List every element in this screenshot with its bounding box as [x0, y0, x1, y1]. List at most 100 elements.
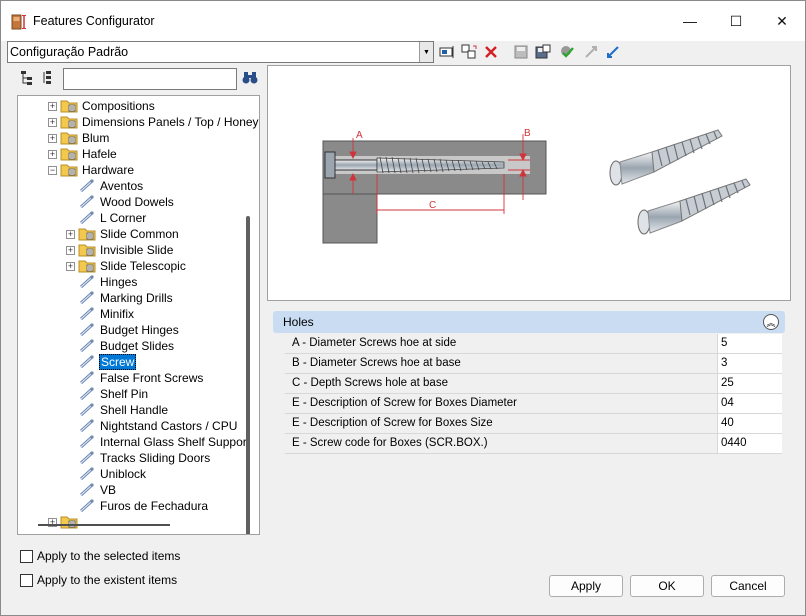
property-value-field[interactable]: 0440 — [717, 434, 782, 453]
tree-item[interactable]: Hinges — [66, 274, 138, 290]
holes-group-header[interactable]: Holes ︽ — [273, 311, 785, 333]
property-row: E - Screw code for Boxes (SCR.BOX.) 0440 — [285, 434, 782, 454]
property-value-field[interactable]: 40 — [717, 414, 782, 433]
window-title: Features Configurator — [33, 14, 155, 28]
tree-folder[interactable]: + Dimensions Panels / Top / Honey — [48, 114, 259, 130]
tree-collapse-icon[interactable] — [41, 69, 59, 87]
apply-button[interactable]: Apply — [549, 575, 623, 597]
tree-item[interactable]: Marking Drills — [66, 290, 174, 306]
apply-green-icon[interactable] — [558, 43, 576, 61]
collapse-chevron-icon[interactable]: ︽ — [763, 314, 779, 330]
dropdown-arrow-icon[interactable]: ▼ — [419, 42, 433, 62]
tree-item[interactable]: Budget Hinges — [66, 322, 180, 338]
tree-item[interactable]: Internal Glass Shelf Support — [66, 434, 251, 450]
tree-item[interactable]: Shelf Pin — [66, 386, 149, 402]
folder-icon — [60, 116, 78, 129]
save-icon[interactable] — [512, 43, 530, 61]
tree-item-label: Dimensions Panels / Top / Honey — [82, 115, 259, 129]
collapse-node-icon[interactable]: − — [48, 165, 57, 175]
tree-item-label: Furos de Fechadura — [100, 499, 209, 513]
feature-item-icon — [79, 179, 94, 193]
apply-existent-option[interactable]: Apply to the existent items — [20, 573, 177, 587]
copy-config-icon[interactable] — [460, 43, 478, 61]
feature-item-icon — [79, 467, 94, 481]
delete-icon[interactable] — [482, 43, 500, 61]
property-value-field[interactable]: 25 — [717, 374, 782, 393]
feature-item-icon — [79, 371, 94, 385]
property-value-field[interactable]: 5 — [717, 334, 782, 353]
tree-vertical-scrollbar[interactable] — [246, 216, 250, 534]
tree-folder[interactable]: + Blum — [48, 130, 110, 146]
apply-existent-checkbox[interactable] — [20, 573, 33, 587]
expand-node-icon[interactable]: + — [48, 133, 57, 143]
expand-node-icon[interactable]: + — [48, 149, 57, 159]
tree-item-label: L Corner — [100, 211, 147, 225]
tree-item-label: Internal Glass Shelf Support — [100, 435, 251, 449]
tree-folder[interactable]: + — [48, 514, 83, 530]
tree-item[interactable]: Nightstand Castors / CPU — [66, 418, 238, 434]
rename-icon[interactable] — [438, 43, 456, 61]
configuration-select[interactable]: Configuração Padrão ▼ — [7, 41, 434, 63]
binoculars-icon[interactable] — [241, 69, 259, 87]
expand-node-icon[interactable]: + — [66, 229, 75, 239]
maximize-button[interactable]: ☐ — [713, 1, 759, 41]
tree-horizontal-scrollbar[interactable] — [38, 524, 170, 526]
tree-folder[interactable]: + Compositions — [48, 98, 156, 114]
expand-arrows-icon[interactable] — [604, 43, 622, 61]
cancel-button[interactable]: Cancel — [711, 575, 785, 597]
tree-item-label: Nightstand Castors / CPU — [100, 419, 238, 433]
save-as-icon[interactable] — [534, 43, 552, 61]
tree-item[interactable]: False Front Screws — [66, 370, 204, 386]
tree-item[interactable]: Aventos — [66, 178, 144, 194]
collapse-arrows-icon[interactable] — [582, 43, 600, 61]
tree-item-label: Compositions — [82, 99, 155, 113]
tree-item-label: Uniblock — [100, 467, 147, 481]
expand-node-icon[interactable]: + — [66, 245, 75, 255]
tree-folder[interactable]: − Hardware — [48, 162, 135, 178]
feature-item-icon — [79, 211, 94, 225]
apply-selected-option[interactable]: Apply to the selected items — [20, 549, 180, 563]
property-value-field[interactable]: 3 — [717, 354, 782, 373]
expand-node-icon[interactable]: + — [48, 117, 57, 127]
tree-item[interactable]: Budget Slides — [66, 338, 175, 354]
property-row: A - Diameter Screws hoe at side 5 — [285, 334, 782, 354]
folder-icon — [60, 516, 78, 529]
tree-folder[interactable]: + Slide Common — [66, 226, 180, 242]
tree-item[interactable]: Shell Handle — [66, 402, 169, 418]
feature-item-icon — [79, 403, 94, 417]
feature-item-icon — [79, 339, 94, 353]
ok-button[interactable]: OK — [630, 575, 704, 597]
feature-preview-image: A B C — [267, 65, 791, 301]
tree-item-label: VB — [100, 483, 117, 497]
tree-item-label: Wood Dowels — [100, 195, 174, 209]
expand-node-icon[interactable]: + — [66, 261, 75, 271]
tree-item[interactable]: Furos de Fechadura — [66, 498, 209, 514]
tree-folder[interactable]: + Slide Telescopic — [66, 258, 187, 274]
maximize-icon: ☐ — [729, 12, 743, 29]
feature-item-icon — [79, 435, 94, 449]
tree-search-input[interactable] — [63, 68, 237, 90]
expand-node-icon[interactable]: + — [48, 101, 57, 111]
apply-selected-checkbox[interactable] — [20, 549, 33, 563]
feature-item-icon — [79, 451, 94, 465]
feature-item-icon — [79, 355, 94, 369]
tree-item[interactable]: Minifix — [66, 306, 135, 322]
close-button[interactable]: ✕ — [759, 1, 805, 41]
feature-item-icon — [79, 195, 94, 209]
tree-item[interactable]: Tracks Sliding Doors — [66, 450, 211, 466]
tree-item[interactable]: Uniblock — [66, 466, 147, 482]
screw-diagram: A B C — [322, 128, 751, 244]
minimize-button[interactable]: — — [667, 1, 713, 41]
configuration-value: Configuração Padrão — [10, 45, 129, 59]
tree-item[interactable]: Wood Dowels — [66, 194, 175, 210]
tree-item[interactable]: L Corner — [66, 210, 147, 226]
features-tree[interactable]: + Compositions + Dimensions Panels / Top / … — [17, 95, 260, 535]
property-value-field[interactable]: 04 — [717, 394, 782, 413]
tree-item-label: Hinges — [100, 275, 138, 289]
tree-expand-icon[interactable] — [19, 69, 37, 87]
tree-folder[interactable]: + Invisible Slide — [66, 242, 174, 258]
tree-item[interactable]: Screw — [66, 354, 137, 370]
tree-folder[interactable]: + Hafele — [48, 146, 118, 162]
tree-item[interactable]: VB — [66, 482, 117, 498]
tree-item-label: Budget Hinges — [100, 323, 179, 337]
